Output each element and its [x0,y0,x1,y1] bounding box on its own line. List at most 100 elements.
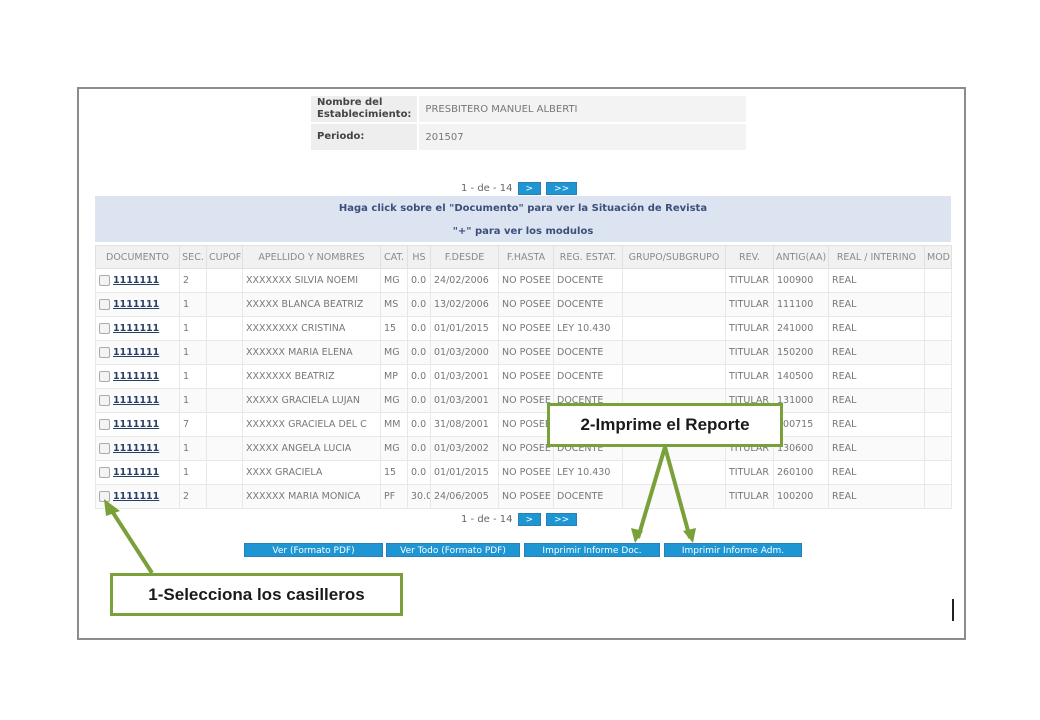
document-cell: 1111111 [95,388,180,413]
status-cell: DOCENTE [553,268,623,293]
group-cell [622,460,726,485]
group-cell [622,484,726,509]
document-cell-content: 1111111 [99,467,176,478]
cupof-cell [206,316,243,341]
last-page-button[interactable]: >> [546,512,578,526]
document-cell: 1111111 [95,484,180,509]
status-cell: DOCENTE [553,364,623,389]
step-1-callout: 1-Selecciona los casilleros [110,573,403,616]
from-date-cell: 01/03/2001 [430,388,499,413]
print-adm-report-button[interactable]: Imprimir Informe Adm. [664,543,802,557]
real-cell: REAL [828,388,925,413]
document-link[interactable]: 1111111 [113,347,159,358]
column-header: ANTIG(AA) [773,245,829,269]
document-cell-content: 1111111 [99,323,176,334]
step-2-callout: 2-Imprime el Reporte [547,403,783,447]
last-page-button[interactable]: >> [546,181,578,195]
sec-cell: 1 [179,460,207,485]
column-header: F.DESDE [430,245,499,269]
row-checkbox[interactable] [99,467,110,478]
name-cell: XXXXXXXX CRISTINA [242,316,381,341]
seniority-cell: 260100 [773,460,829,485]
hs-cell: 0.0 [407,340,431,365]
row-checkbox[interactable] [99,299,110,310]
document-link[interactable]: 1111111 [113,323,159,334]
name-cell: XXXXX GRACIELA LUJAN [242,388,381,413]
seniority-cell: 111100 [773,292,829,317]
cat-cell: MG [380,268,408,293]
seniority-cell: 241000 [773,316,829,341]
status-cell: LEY 10.430 [553,460,623,485]
pager-top: 1 - de - 14 > >> [461,181,578,195]
real-cell: REAL [828,268,925,293]
from-date-cell: 01/03/2000 [430,340,499,365]
name-cell: XXXXXX MARIA MONICA [242,484,381,509]
view-all-pdf-button[interactable]: Ver Todo (Formato PDF) [386,543,520,557]
document-link[interactable]: 1111111 [113,443,159,454]
row-checkbox[interactable] [99,443,110,454]
from-date-cell: 01/03/2001 [430,364,499,389]
document-cell-content: 1111111 [99,371,176,382]
row-checkbox[interactable] [99,275,110,286]
print-doc-report-button[interactable]: Imprimir Informe Doc. [524,543,660,557]
row-checkbox[interactable] [99,395,110,406]
document-link[interactable]: 1111111 [113,395,159,406]
hs-cell: 0.0 [407,412,431,437]
document-link[interactable]: 1111111 [113,371,159,382]
rev-cell: TITULAR [725,460,774,485]
cat-cell: MS [380,292,408,317]
next-page-button[interactable]: > [517,181,542,195]
document-link[interactable]: 1111111 [113,491,159,502]
table-row: 1111111 1 XXXXX GRACIELA LUJAN MG 0.0 01/03/2… [95,388,952,413]
seniority-cell: 100200 [773,484,829,509]
rev-cell: TITULAR [725,316,774,341]
document-link[interactable]: 1111111 [113,299,159,310]
column-header: CAT. [380,245,408,269]
document-cell-content: 1111111 [99,443,176,454]
column-header: GRUPO/SUBGRUPO [622,245,726,269]
pager-text: 1 - de - 14 [461,182,513,194]
to-date-cell: NO POSEE [498,412,554,437]
document-link[interactable]: 1111111 [113,419,159,430]
document-cell-content: 1111111 [99,347,176,358]
real-cell: REAL [828,412,925,437]
mod-cell [924,268,952,293]
document-cell-content: 1111111 [99,299,176,310]
name-cell: XXXXXX MARIA ELENA [242,340,381,365]
real-cell: REAL [828,436,925,461]
sec-cell: 1 [179,340,207,365]
row-checkbox[interactable] [99,371,110,382]
row-checkbox[interactable] [99,347,110,358]
table-row: 1111111 1 XXXXX BLANCA BEATRIZ MS 0.0 13/02/2… [95,292,952,317]
from-date-cell: 01/01/2015 [430,460,499,485]
document-cell: 1111111 [95,268,180,293]
establishment-name-value: PRESBITERO MANUEL ALBERTI [419,96,747,122]
row-checkbox[interactable] [99,491,110,502]
status-cell: LEY 10.430 [553,316,623,341]
document-cell-content: 1111111 [99,491,176,502]
view-pdf-button[interactable]: Ver (Formato PDF) [244,543,383,557]
document-cell: 1111111 [95,340,180,365]
cat-cell: 15 [380,460,408,485]
mod-cell [924,364,952,389]
document-cell: 1111111 [95,460,180,485]
from-date-cell: 24/02/2006 [430,268,499,293]
row-checkbox[interactable] [99,323,110,334]
document-link[interactable]: 1111111 [113,467,159,478]
rev-cell: TITULAR [725,340,774,365]
column-header: HS [407,245,431,269]
sec-cell: 2 [179,268,207,293]
period-value: 201507 [419,124,747,150]
row-checkbox[interactable] [99,419,110,430]
hs-cell: 0.0 [407,268,431,293]
document-link[interactable]: 1111111 [113,275,159,286]
group-cell [622,292,726,317]
real-cell: REAL [828,484,925,509]
rev-cell: TITULAR [725,364,774,389]
real-cell: REAL [828,340,925,365]
table-row: 1111111 7 XXXXXX GRACIELA DEL C MM 0.0 31/08/… [95,412,952,437]
next-page-button[interactable]: > [517,512,542,526]
sec-cell: 1 [179,388,207,413]
sec-cell: 1 [179,436,207,461]
real-cell: REAL [828,316,925,341]
